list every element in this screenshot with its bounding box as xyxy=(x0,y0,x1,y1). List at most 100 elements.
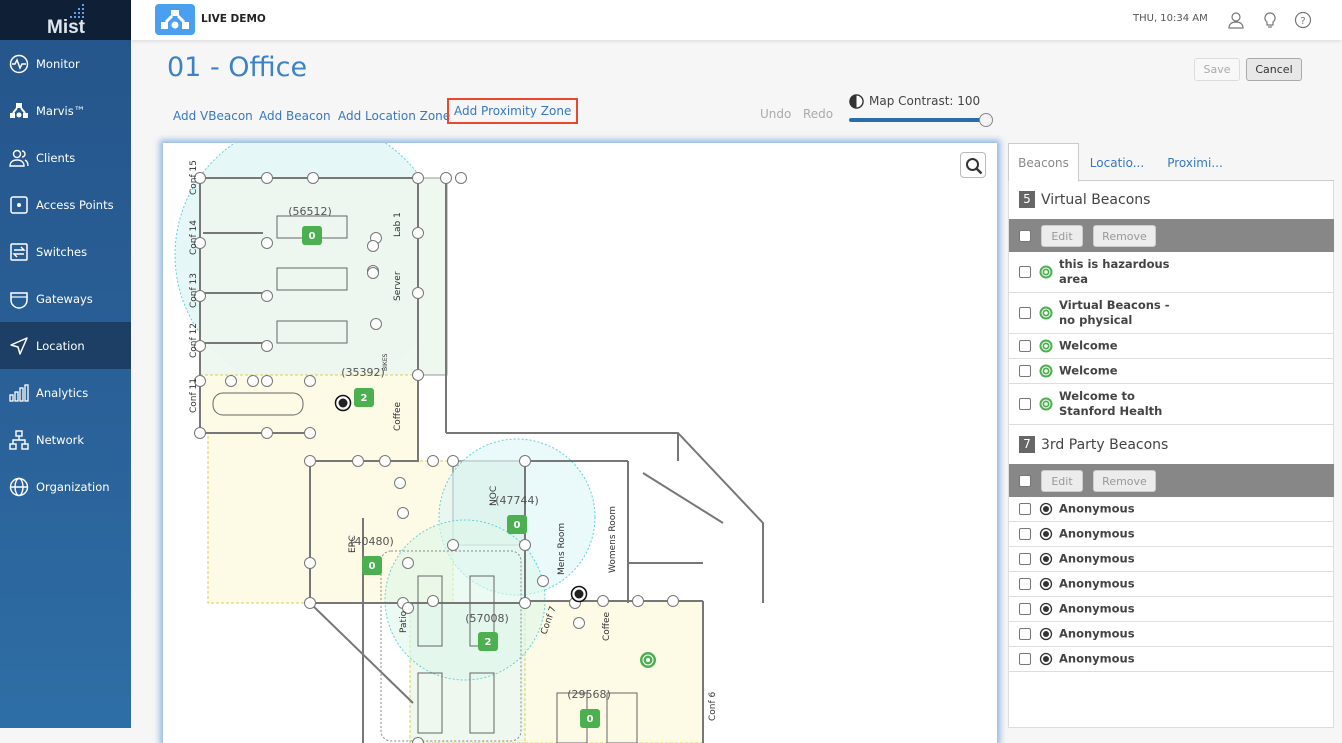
beacon-checkbox[interactable] xyxy=(1019,266,1031,278)
beacon-list-item[interactable]: Anonymous xyxy=(1009,572,1334,597)
vertex-handle[interactable] xyxy=(262,173,273,184)
vertex-handle[interactable] xyxy=(262,291,273,302)
beacon-list-item[interactable]: this is hazardous area xyxy=(1009,252,1334,293)
map-search-button[interactable] xyxy=(960,152,986,178)
beacon-marker-icon[interactable] xyxy=(572,587,587,602)
beacon-checkbox[interactable] xyxy=(1019,365,1031,377)
nav-clients[interactable]: Clients xyxy=(0,134,131,181)
vertex-handle[interactable] xyxy=(428,596,439,607)
vertex-handle[interactable] xyxy=(371,319,382,330)
vertex-handle[interactable] xyxy=(248,376,259,387)
add-beacon-link[interactable]: Add Beacon xyxy=(259,109,331,123)
map-contrast-slider-handle[interactable] xyxy=(979,113,993,127)
zone-count-badge[interactable]: 0 xyxy=(302,226,322,245)
vertex-handle[interactable] xyxy=(538,576,549,587)
vertex-handle[interactable] xyxy=(368,268,379,279)
vertex-handle[interactable] xyxy=(262,376,273,387)
vertex-handle[interactable] xyxy=(262,238,273,249)
beacon-list-item[interactable]: Anonymous xyxy=(1009,622,1334,647)
zone-count-badge[interactable]: 0 xyxy=(362,556,382,575)
vertex-handle[interactable] xyxy=(262,341,273,352)
vertex-handle[interactable] xyxy=(368,241,379,252)
user-icon[interactable] xyxy=(1227,11,1245,29)
vertex-handle[interactable] xyxy=(353,456,364,467)
cancel-button[interactable]: Cancel xyxy=(1246,58,1302,81)
vertex-handle[interactable] xyxy=(428,456,439,467)
vertex-handle[interactable] xyxy=(413,173,424,184)
nav-gateways[interactable]: Gateways xyxy=(0,275,131,322)
lightbulb-icon[interactable] xyxy=(1261,11,1279,29)
beacon-list-item[interactable]: Welcome to Stanford Health xyxy=(1009,384,1334,425)
nav-switches[interactable]: Switches xyxy=(0,228,131,275)
vertex-handle[interactable] xyxy=(448,456,459,467)
nav-location[interactable]: Location xyxy=(0,322,131,369)
vertex-handle[interactable] xyxy=(305,376,316,387)
nav-monitor[interactable]: Monitor xyxy=(0,40,131,87)
edit-button[interactable]: Edit xyxy=(1041,470,1083,492)
beacon-marker-icon[interactable] xyxy=(336,396,351,411)
select-all-checkbox[interactable] xyxy=(1019,230,1031,242)
help-icon[interactable]: ? xyxy=(1294,11,1312,29)
beacon-list-item[interactable]: Anonymous xyxy=(1009,497,1334,522)
select-all-checkbox[interactable] xyxy=(1019,475,1031,487)
vertex-handle[interactable] xyxy=(413,288,424,299)
beacon-list-item[interactable]: Anonymous xyxy=(1009,647,1334,672)
vertex-handle[interactable] xyxy=(195,428,206,439)
vertex-handle[interactable] xyxy=(441,173,452,184)
beacon-list-item[interactable]: Anonymous xyxy=(1009,547,1334,572)
save-button[interactable]: Save xyxy=(1194,58,1240,81)
beacon-checkbox[interactable] xyxy=(1019,628,1031,640)
beacon-list-item[interactable]: Anonymous xyxy=(1009,597,1334,622)
vertex-handle[interactable] xyxy=(305,598,316,609)
nav-organization[interactable]: Organization xyxy=(0,463,131,510)
vertex-handle[interactable] xyxy=(262,428,273,439)
vertex-handle[interactable] xyxy=(305,428,316,439)
vertex-handle[interactable] xyxy=(456,173,467,184)
zone-count-badge[interactable]: 2 xyxy=(478,632,498,651)
vertex-handle[interactable] xyxy=(395,478,406,489)
beacon-checkbox[interactable] xyxy=(1019,603,1031,615)
marvis-app-icon[interactable] xyxy=(155,4,195,35)
vertex-handle[interactable] xyxy=(226,376,237,387)
vertex-handle[interactable] xyxy=(308,173,319,184)
beacon-list-item[interactable]: Welcome xyxy=(1009,359,1334,384)
vbeacon-marker-icon[interactable] xyxy=(640,652,656,668)
nav-network[interactable]: Network xyxy=(0,416,131,463)
vertex-handle[interactable] xyxy=(633,596,644,607)
redo-button[interactable]: Redo xyxy=(803,107,833,121)
vertex-handle[interactable] xyxy=(413,228,424,239)
vertex-handle[interactable] xyxy=(448,540,459,551)
vertex-handle[interactable] xyxy=(520,598,531,609)
vertex-handle[interactable] xyxy=(403,558,414,569)
vertex-handle[interactable] xyxy=(305,456,316,467)
beacon-checkbox[interactable] xyxy=(1019,503,1031,515)
beacon-checkbox[interactable] xyxy=(1019,653,1031,665)
vertex-handle[interactable] xyxy=(520,540,531,551)
zone-count-badge[interactable]: 0 xyxy=(507,515,527,534)
nav-access-points[interactable]: Access Points xyxy=(0,181,131,228)
add-location-zone-link[interactable]: Add Location Zone xyxy=(338,109,450,123)
vertex-handle[interactable] xyxy=(668,596,679,607)
nav-marvis[interactable]: Marvis™ xyxy=(0,87,131,134)
zone-count-badge[interactable]: 0 xyxy=(580,709,600,728)
beacon-checkbox[interactable] xyxy=(1019,398,1031,410)
add-vbeacon-link[interactable]: Add VBeacon xyxy=(173,109,253,123)
vertex-handle[interactable] xyxy=(305,558,316,569)
vertex-handle[interactable] xyxy=(413,370,424,381)
vertex-handle[interactable] xyxy=(574,618,585,629)
vertex-handle[interactable] xyxy=(520,456,531,467)
mist-logo[interactable]: Mist xyxy=(0,0,131,40)
vertex-handle[interactable] xyxy=(380,456,391,467)
remove-button[interactable]: Remove xyxy=(1093,225,1156,247)
beacon-list-item[interactable]: Virtual Beacons - no physical xyxy=(1009,293,1334,334)
add-proximity-zone-link[interactable]: Add Proximity Zone xyxy=(447,98,578,124)
beacon-checkbox[interactable] xyxy=(1019,307,1031,319)
map-contrast-slider[interactable] xyxy=(849,118,987,122)
beacon-checkbox[interactable] xyxy=(1019,578,1031,590)
zone-count-badge[interactable]: 2 xyxy=(354,388,374,407)
nav-analytics[interactable]: Analytics xyxy=(0,369,131,416)
undo-button[interactable]: Undo xyxy=(760,107,791,121)
beacon-list-item[interactable]: Anonymous xyxy=(1009,522,1334,547)
beacon-checkbox[interactable] xyxy=(1019,340,1031,352)
remove-button[interactable]: Remove xyxy=(1093,470,1156,492)
